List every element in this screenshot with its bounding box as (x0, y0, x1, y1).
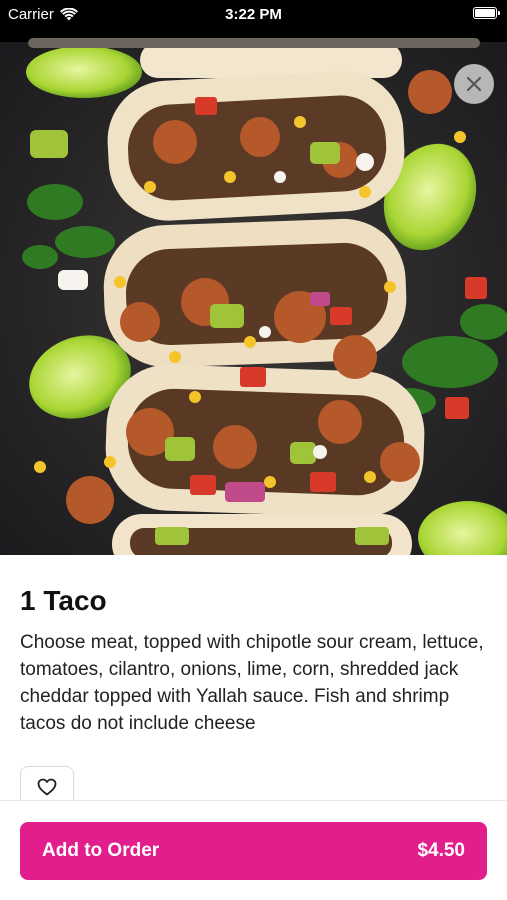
heart-icon (37, 778, 57, 796)
tacos-illustration (0, 42, 507, 555)
close-button[interactable] (454, 64, 494, 104)
item-price: $4.50 (417, 840, 465, 861)
status-time: 3:22 PM (225, 6, 282, 23)
item-description: Choose meat, topped with chipotle sour c… (20, 632, 484, 734)
food-photo (0, 42, 507, 555)
sheet-grabber[interactable] (28, 38, 480, 48)
close-icon (466, 76, 482, 92)
status-bar: Carrier 3:22 PM (0, 0, 507, 30)
battery-icon (473, 7, 500, 19)
add-to-order-button[interactable]: Add to Order $4.50 (20, 822, 487, 880)
add-to-order-label: Add to Order (42, 840, 160, 861)
item-title: 1 Taco (20, 585, 107, 616)
item-details: 1 Taco Choose meat, topped with chipotle… (20, 585, 487, 737)
